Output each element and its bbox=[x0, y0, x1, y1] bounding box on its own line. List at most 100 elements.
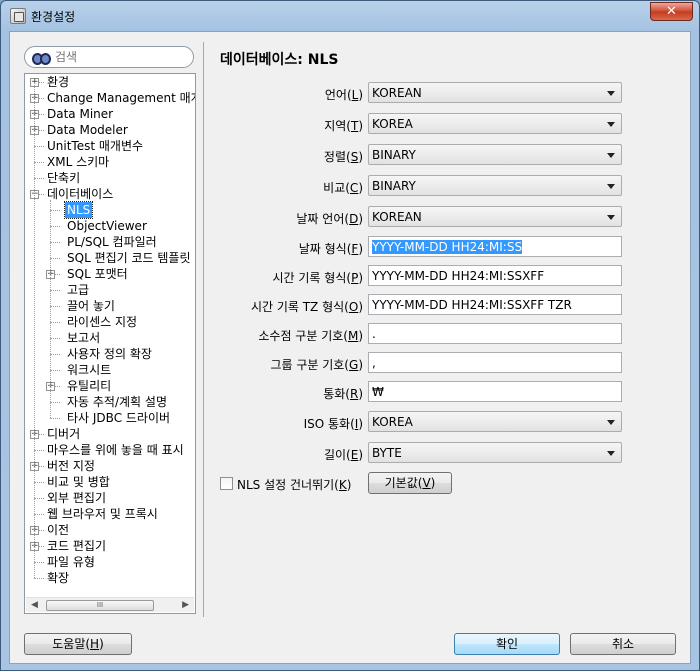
field-value: KOREAN bbox=[372, 210, 422, 224]
tree-item[interactable]: 외부 편집기 bbox=[25, 490, 195, 506]
dropdown[interactable]: BYTE bbox=[368, 442, 622, 463]
dropdown[interactable]: KOREA bbox=[368, 411, 622, 432]
window-title: 환경설정 bbox=[31, 10, 76, 24]
field-label: 언어(L) bbox=[324, 88, 363, 102]
tree-item-label: 웹 브라우저 및 프록시 bbox=[47, 507, 158, 521]
tree-branch-line bbox=[34, 562, 44, 563]
tree-branch-line bbox=[50, 306, 60, 307]
tree-item-label: 디버거 bbox=[47, 427, 81, 441]
text-field[interactable]: . bbox=[368, 323, 622, 344]
tree-item-label: 환경 bbox=[47, 75, 70, 89]
field-label: 시간 기록 TZ 형식(O) bbox=[250, 300, 363, 314]
search-box[interactable] bbox=[24, 46, 194, 68]
tree-item-label: Data Modeler bbox=[47, 123, 128, 137]
title-bar[interactable]: 환경설정 ✕ bbox=[1, 1, 699, 31]
tree-item[interactable]: UnitTest 매개변수 bbox=[25, 138, 195, 154]
dropdown-arrow-icon[interactable] bbox=[607, 420, 615, 425]
field-label: ISO 통화(I) bbox=[303, 417, 363, 431]
text-field[interactable]: YYYY-MM-DD HH24:MI:SS bbox=[368, 236, 622, 257]
tree-item[interactable]: XML 스키마 bbox=[25, 154, 195, 170]
tree-item[interactable]: + 이전 bbox=[25, 522, 195, 538]
tree-item[interactable]: + 코드 편집기 bbox=[25, 538, 195, 554]
text-field[interactable]: ₩ bbox=[368, 381, 622, 402]
tree-item-label: 보고서 bbox=[67, 331, 101, 345]
field-value: YYYY-MM-DD HH24:MI:SSXFF bbox=[372, 269, 545, 283]
tree-item[interactable]: 비교 및 병합 bbox=[25, 474, 195, 490]
field-value: , bbox=[372, 356, 376, 370]
tree-item-label: 비교 및 병합 bbox=[47, 475, 110, 489]
tree-item[interactable]: + 버전 지정 bbox=[25, 458, 195, 474]
tree-branch-line bbox=[34, 578, 44, 579]
tree-item-label: 데이터베이스 bbox=[47, 187, 114, 201]
field-label: 비교(C) bbox=[323, 181, 363, 195]
tree-child-connector bbox=[50, 200, 51, 418]
field-value: BINARY bbox=[372, 148, 416, 162]
tree-branch-line bbox=[34, 498, 44, 499]
dropdown-arrow-icon[interactable] bbox=[607, 451, 615, 456]
help-button[interactable]: 도움말(H) bbox=[24, 633, 132, 655]
tree-item[interactable]: + Data Modeler bbox=[25, 122, 195, 138]
tree-item-label: 고급 bbox=[67, 283, 90, 297]
dropdown-arrow-icon[interactable] bbox=[607, 122, 615, 127]
preferences-tree[interactable]: 확장 파일 유형 + 코드 편집기 + 이전 웹 브라우저 및 프록시 외부 편집기 비교 및 … bbox=[24, 73, 196, 614]
page-title: 데이터베이스: NLS bbox=[220, 52, 339, 68]
tree-item[interactable]: 단축키 bbox=[25, 170, 195, 186]
tree-branch-line bbox=[34, 514, 44, 515]
tree-item-label: 라이센스 지정 bbox=[67, 315, 138, 329]
skip-nls-label[interactable]: NLS 설정 건너뛰기(K) bbox=[237, 476, 351, 493]
close-button[interactable]: ✕ bbox=[650, 2, 693, 21]
text-field[interactable]: , bbox=[368, 352, 622, 373]
skip-nls-checkbox[interactable] bbox=[220, 477, 233, 490]
tree-item-label: NLS bbox=[63, 201, 94, 219]
tree-item[interactable]: 마우스를 위에 놓을 때 표시 bbox=[25, 442, 195, 458]
scroll-left-icon[interactable]: ◀ bbox=[31, 600, 38, 610]
tree-item-label: 파일 유형 bbox=[47, 555, 95, 569]
tree-item-label: 유틸리티 bbox=[67, 379, 112, 393]
dropdown[interactable]: KOREAN bbox=[368, 206, 622, 227]
field-label: 그룹 구분 기호(G) bbox=[270, 358, 363, 372]
tree-item-label: PL/SQL 컴파일러 bbox=[67, 235, 157, 249]
field-label: 날짜 언어(D) bbox=[296, 212, 363, 226]
field-value: KOREA bbox=[372, 415, 413, 429]
search-input[interactable] bbox=[55, 48, 185, 66]
cancel-button[interactable]: 취소 bbox=[570, 633, 676, 655]
scroll-thumb[interactable]: III bbox=[46, 600, 154, 611]
tree-item[interactable]: 웹 브라우저 및 프록시 bbox=[25, 506, 195, 522]
text-field[interactable]: YYYY-MM-DD HH24:MI:SSXFF bbox=[368, 265, 622, 286]
binoculars-icon bbox=[32, 50, 51, 65]
field-label: 시간 기록 형식(P) bbox=[272, 271, 364, 285]
horizontal-scrollbar[interactable]: ◀ III ▶ bbox=[26, 597, 194, 612]
tree-item-label: 이전 bbox=[47, 523, 70, 537]
tree-item[interactable]: 파일 유형 bbox=[25, 554, 195, 570]
dropdown-arrow-icon[interactable] bbox=[607, 215, 615, 220]
dropdown[interactable]: BINARY bbox=[368, 144, 622, 165]
scroll-right-icon[interactable]: ▶ bbox=[182, 600, 189, 610]
tree-branch-line bbox=[50, 338, 60, 339]
dropdown[interactable]: KOREA bbox=[368, 113, 622, 134]
dropdown-arrow-icon[interactable] bbox=[607, 91, 615, 96]
tree-item-label: 확장 bbox=[47, 571, 70, 585]
tree-item[interactable]: 확장 bbox=[25, 570, 195, 586]
field-label: 소수점 구분 기호(M) bbox=[258, 329, 363, 343]
tree-item-label: SQL 포맷터 bbox=[67, 267, 128, 281]
tree-connector bbox=[34, 82, 35, 578]
tree-item-label: 사용자 정의 확장 bbox=[67, 347, 152, 361]
tree-item-label: 자동 추적/계획 설명 bbox=[67, 395, 167, 409]
dropdown-arrow-icon[interactable] bbox=[607, 184, 615, 189]
tree-item-label: 워크시트 bbox=[67, 363, 112, 377]
field-value: YYYY-MM-DD HH24:MI:SSXFF TZR bbox=[372, 298, 572, 312]
dropdown[interactable]: KOREAN bbox=[368, 82, 622, 103]
tree-item-label: SQL 편집기 코드 템플릿 bbox=[67, 251, 191, 265]
tree-item-label: 마우스를 위에 놓을 때 표시 bbox=[47, 443, 184, 457]
ok-button[interactable]: 확인 bbox=[454, 633, 560, 655]
tree-item[interactable]: + Change Management 매개 bbox=[25, 90, 195, 106]
text-field[interactable]: YYYY-MM-DD HH24:MI:SSXFF TZR bbox=[368, 294, 622, 315]
tree-branch-line bbox=[50, 226, 60, 227]
dropdown[interactable]: BINARY bbox=[368, 175, 622, 196]
tree-item[interactable]: + 디버거 bbox=[25, 426, 195, 442]
defaults-button[interactable]: 기본값(V) bbox=[368, 472, 452, 494]
tree-branch-line bbox=[50, 322, 60, 323]
tree-item[interactable]: + Data Miner bbox=[25, 106, 195, 122]
dropdown-arrow-icon[interactable] bbox=[607, 153, 615, 158]
tree-item[interactable]: + 환경 bbox=[25, 74, 195, 90]
